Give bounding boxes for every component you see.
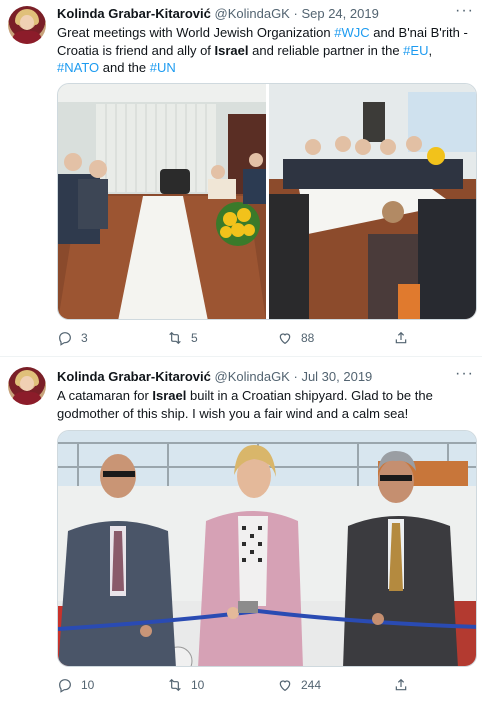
- tweet-date[interactable]: Sep 24, 2019: [301, 6, 378, 21]
- hashtag-link[interactable]: #UN: [150, 60, 176, 75]
- like-icon: [279, 680, 291, 692]
- author-handle[interactable]: @KolindaGK: [215, 6, 290, 21]
- tweet-date[interactable]: Jul 30, 2019: [301, 369, 372, 384]
- tweet[interactable]: Kolinda Grabar-Kitarović @KolindaGK · Ju…: [0, 357, 482, 701]
- author-name[interactable]: Kolinda Grabar-Kitarović: [57, 6, 211, 21]
- hashtag-link[interactable]: #NATO: [57, 60, 99, 75]
- separator: ·: [293, 6, 298, 21]
- text-segment: A catamaran for: [57, 388, 153, 403]
- tweet-text: Great meetings with World Jewish Organiz…: [57, 24, 469, 77]
- meeting-photo-left: [58, 84, 266, 319]
- tweet-text: A catamaran for Israel built in a Croati…: [57, 387, 469, 422]
- author-name[interactable]: Kolinda Grabar-Kitarović: [57, 369, 211, 384]
- tweet-actions: 10 10 244: [57, 677, 469, 695]
- reply-icon: [59, 332, 71, 346]
- text-segment: Great meetings with World Jewish Organiz…: [57, 25, 335, 40]
- tweet-header: Kolinda Grabar-Kitarović @KolindaGK · Se…: [57, 6, 379, 21]
- tweet[interactable]: Kolinda Grabar-Kitarović @KolindaGK · Se…: [0, 0, 482, 356]
- hashtag-link[interactable]: #EU: [403, 43, 428, 58]
- retweet-icon: [169, 331, 181, 345]
- retweet-icon: [169, 678, 181, 692]
- bold-keyword: Israel: [152, 388, 187, 403]
- avatar[interactable]: [8, 367, 46, 405]
- retweet-button[interactable]: 10: [167, 677, 204, 693]
- bold-keyword: Israel: [214, 42, 249, 58]
- tweet-media[interactable]: [57, 83, 477, 320]
- share-button[interactable]: [393, 330, 409, 346]
- tweet-header: Kolinda Grabar-Kitarović @KolindaGK · Ju…: [57, 369, 372, 384]
- meeting-photos: [58, 84, 476, 319]
- retweet-count: 5: [191, 331, 198, 345]
- share-button[interactable]: [393, 677, 409, 693]
- tweet-media[interactable]: [57, 430, 477, 667]
- text-segment: and the: [99, 60, 150, 75]
- more-icon[interactable]: ···: [455, 2, 474, 20]
- reply-button[interactable]: 3: [57, 330, 88, 346]
- share-icon: [395, 331, 407, 344]
- author-handle[interactable]: @KolindaGK: [215, 369, 290, 384]
- text-segment: ,: [428, 42, 433, 58]
- reply-icon: [59, 679, 71, 693]
- like-count: 88: [301, 331, 315, 345]
- reply-count: 10: [81, 678, 95, 692]
- like-button[interactable]: 88: [277, 330, 314, 346]
- like-icon: [279, 333, 291, 345]
- separator: ·: [293, 369, 298, 384]
- retweet-count: 10: [191, 678, 205, 692]
- hashtag-link[interactable]: #WJC: [334, 25, 369, 40]
- reply-count: 3: [81, 331, 88, 345]
- like-button[interactable]: 244: [277, 677, 321, 693]
- avatar[interactable]: [8, 6, 46, 44]
- text-segment: and reliable partner in the: [248, 42, 404, 58]
- reply-button[interactable]: 10: [57, 677, 94, 693]
- like-count: 244: [301, 678, 322, 692]
- retweet-button[interactable]: 5: [167, 330, 198, 346]
- tweet-actions: 3 5 88: [57, 330, 469, 348]
- share-icon: [395, 678, 407, 691]
- ribbon-cutting-photo: [58, 431, 476, 666]
- more-icon[interactable]: ···: [455, 365, 474, 383]
- meeting-photo-right: [269, 84, 476, 319]
